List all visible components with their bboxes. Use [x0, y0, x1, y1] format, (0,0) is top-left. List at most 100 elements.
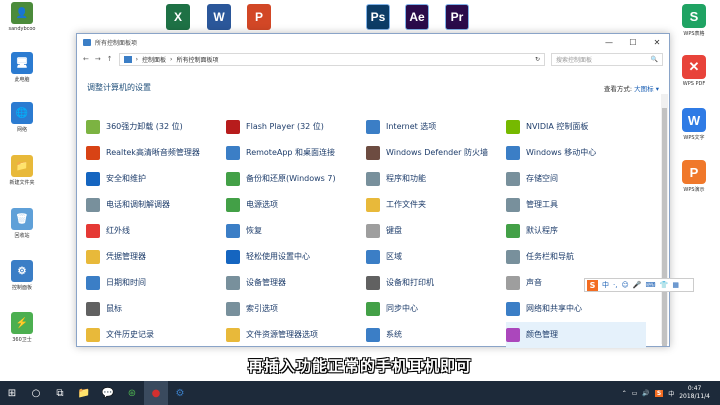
control-panel-item[interactable]: 存储空间 [506, 166, 646, 192]
control-panel-item[interactable]: 轻松使用设置中心 [226, 244, 366, 270]
control-panel-item[interactable]: 键盘 [366, 218, 506, 244]
breadcrumb-all-items[interactable]: 所有控制面板项 [176, 55, 218, 64]
desktop-icon-wps-writer[interactable]: W WPS文字 [680, 108, 708, 141]
ime-voice-icon[interactable]: 🎤 [633, 281, 642, 289]
control-panel-item[interactable]: 红外线 [86, 218, 226, 244]
tray-sogou-icon[interactable]: S [654, 389, 664, 397]
scrollbar[interactable] [661, 94, 668, 346]
desktop-icon-label: 360卫士 [12, 337, 32, 343]
search-input[interactable]: 搜索控制面板 🔍 [551, 52, 663, 66]
word-icon[interactable]: W [207, 4, 231, 30]
control-panel-item-label: 声音 [526, 278, 542, 287]
control-panel-item[interactable]: 同步中心 [366, 296, 506, 322]
premiere-icon[interactable]: Pr [445, 4, 469, 30]
taskbar-clock[interactable]: 0:47 2018/11/4 [679, 385, 710, 401]
control-panel-item-label: 凭据管理器 [106, 252, 146, 261]
control-panel-item-icon [86, 276, 100, 290]
control-panel-item[interactable]: 颜色管理 [506, 322, 646, 348]
control-panel-item-label: 默认程序 [526, 226, 558, 235]
control-panel-item[interactable]: 管理工具 [506, 192, 646, 218]
desktop-icon-wps-presentation[interactable]: P WPS演示 [680, 160, 708, 193]
address-bar[interactable]: › 控制面板 › 所有控制面板项 ↻ [118, 52, 545, 66]
ime-toolbar[interactable]: S 中 ·, ☺ 🎤 ⌨ 👕 ▦ [584, 278, 694, 292]
ime-emoji-icon[interactable]: ☺ [621, 281, 628, 289]
refresh-icon[interactable]: ↻ [535, 56, 544, 63]
desktop-icon-wps-pdf[interactable]: ✕ WPS PDF [680, 55, 708, 87]
photoshop-icon[interactable]: Ps [366, 4, 390, 30]
scrollbar-thumb[interactable] [662, 108, 667, 346]
minimize-button[interactable]: — [597, 38, 621, 47]
cortana-search-icon[interactable]: ○ [24, 381, 48, 405]
control-panel-item[interactable]: NVIDIA 控制面板 [506, 114, 646, 140]
control-panel-item[interactable]: 360强力卸载 (32 位) [86, 114, 226, 140]
control-panel-item[interactable]: Flash Player (32 位) [226, 114, 366, 140]
tray-expand-icon[interactable]: ⌃ [622, 390, 627, 397]
taskbar-360-browser-icon[interactable]: ⊛ [120, 381, 144, 405]
control-panel-item[interactable]: 默认程序 [506, 218, 646, 244]
control-panel-item-icon [86, 302, 100, 316]
breadcrumb-control-panel[interactable]: 控制面板 [142, 55, 166, 64]
close-button[interactable]: ✕ [645, 38, 669, 47]
control-panel-item[interactable]: Windows Defender 防火墙 [366, 140, 506, 166]
control-panel-item[interactable]: Windows 移动中心 [506, 140, 646, 166]
control-panel-item[interactable]: 日期和时间 [86, 270, 226, 296]
desktop-icon-security-360[interactable]: ⚡ 360卫士 [2, 312, 42, 343]
desktop-icon-new-folder[interactable]: 📁 新建文件夹 [2, 155, 42, 186]
control-panel-item[interactable]: 系统 [366, 322, 506, 348]
ime-toolbox-icon[interactable]: ▦ [672, 281, 679, 289]
desktop-icon-wps-spreadsheet[interactable]: S WPS表格 [680, 4, 708, 37]
control-panel-item[interactable]: 电源选项 [226, 192, 366, 218]
control-panel-item[interactable]: Internet 选项 [366, 114, 506, 140]
ime-punctuation[interactable]: ·, [613, 281, 617, 289]
tray-volume-icon[interactable]: 🔊 [642, 390, 649, 397]
tray-network-icon[interactable]: ▭ [632, 390, 638, 397]
taskbar-wechat-icon[interactable]: 💬 [96, 381, 120, 405]
back-arrow-icon[interactable]: ← [83, 55, 89, 63]
taskbar-file-explorer-icon[interactable]: 📁 [72, 381, 96, 405]
desktop-icon-network[interactable]: 🌐 网络 [2, 102, 42, 133]
excel-icon[interactable]: X [166, 4, 190, 30]
forward-arrow-icon[interactable]: → [95, 55, 101, 63]
desktop-icon-user-folder[interactable]: 👤 sandybcoo [2, 2, 42, 32]
ime-keyboard-icon[interactable]: ⌨ [645, 281, 655, 289]
control-panel-item[interactable]: 恢复 [226, 218, 366, 244]
control-panel-item[interactable]: 区域 [366, 244, 506, 270]
control-panel-item-label: Windows Defender 防火墙 [386, 148, 488, 157]
desktop-icon-recycle-bin[interactable]: 🗑 回收站 [2, 208, 42, 239]
task-view-icon[interactable]: ⧉ [48, 381, 72, 405]
after-effects-icon[interactable]: Ae [405, 4, 429, 30]
control-panel-item[interactable]: 程序和功能 [366, 166, 506, 192]
control-panel-item-label: RemoteApp 和桌面连接 [246, 148, 336, 157]
control-panel-item-icon [366, 250, 380, 264]
desktop-icon-this-pc[interactable]: 🖥 此电脑 [2, 52, 42, 83]
control-panel-item[interactable]: 安全和维护 [86, 166, 226, 192]
ime-mode[interactable]: 中 [602, 280, 609, 290]
control-panel-item-label: Realtek高清晰音频管理器 [106, 148, 200, 157]
control-panel-item[interactable]: 备份和还原(Windows 7) [226, 166, 366, 192]
control-panel-item[interactable]: Realtek高清晰音频管理器 [86, 140, 226, 166]
taskbar-record-icon[interactable]: ● [144, 381, 168, 405]
up-arrow-icon[interactable]: ↑ [107, 55, 113, 63]
powerpoint-icon[interactable]: P [247, 4, 271, 30]
control-panel-item[interactable]: 任务栏和导航 [506, 244, 646, 270]
tray-ime-icon[interactable]: 中 [668, 389, 674, 398]
control-panel-item[interactable]: 文件资源管理器选项 [226, 322, 366, 348]
user-folder-icon: 👤 [11, 2, 33, 24]
control-panel-item[interactable]: 文件历史记录 [86, 322, 226, 348]
start-button[interactable]: ⊞ [0, 381, 24, 405]
desktop-icon-control-panel[interactable]: ⚙ 控制面板 [2, 260, 42, 291]
control-panel-item[interactable]: 设备和打印机 [366, 270, 506, 296]
control-panel-item[interactable]: 网络和共享中心 [506, 296, 646, 322]
maximize-button[interactable]: ☐ [621, 38, 645, 47]
control-panel-item[interactable]: 设备管理器 [226, 270, 366, 296]
control-panel-item[interactable]: 索引选项 [226, 296, 366, 322]
control-panel-item[interactable]: 凭据管理器 [86, 244, 226, 270]
sogou-logo-icon[interactable]: S [587, 279, 598, 291]
control-panel-item[interactable]: RemoteApp 和桌面连接 [226, 140, 366, 166]
taskbar-settings-icon[interactable]: ⚙ [168, 381, 192, 405]
view-by-dropdown[interactable]: 大图标 ▾ [634, 85, 659, 93]
ime-skin-icon[interactable]: 👕 [660, 281, 669, 289]
control-panel-item[interactable]: 电话和调制解调器 [86, 192, 226, 218]
control-panel-item[interactable]: 鼠标 [86, 296, 226, 322]
control-panel-item[interactable]: 工作文件夹 [366, 192, 506, 218]
